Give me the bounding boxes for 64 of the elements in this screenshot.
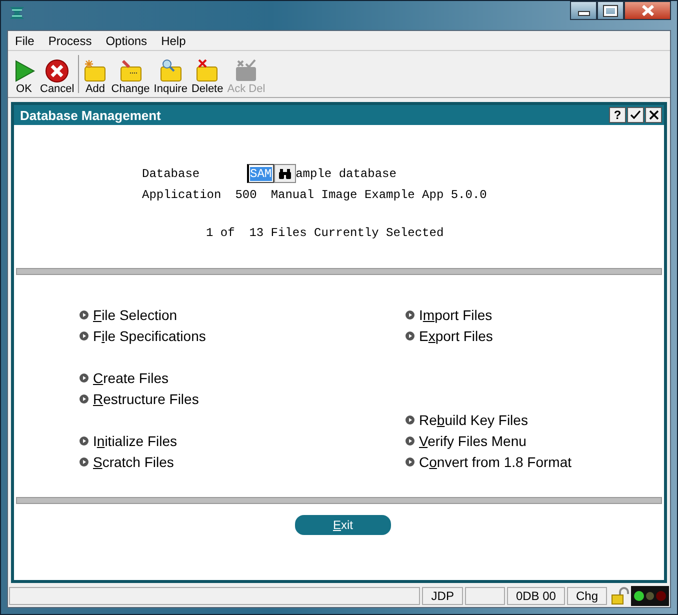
toolbar-button[interactable]: Add: [81, 57, 110, 97]
toolbar-button[interactable]: Delete: [189, 57, 226, 97]
help-button[interactable]: ?: [609, 107, 626, 123]
bullet-icon: [79, 372, 89, 382]
minimize-button[interactable]: [570, 1, 597, 20]
menu-link[interactable]: Create Files: [93, 370, 168, 386]
folder-star-icon: [83, 59, 108, 83]
bullet-icon: [405, 310, 415, 320]
bullet-icon: [405, 456, 415, 466]
bullet-icon: [79, 310, 89, 320]
folder-check-icon: [234, 59, 258, 83]
cancel-icon: [45, 59, 70, 83]
toolbar-button[interactable]: OK: [10, 57, 38, 97]
status-field: [464, 587, 505, 605]
maximize-button[interactable]: [597, 1, 624, 20]
menu-item[interactable]: File: [8, 34, 42, 48]
lookup-button[interactable]: [274, 164, 296, 183]
close-icon: [640, 5, 654, 16]
bullet-icon: [405, 436, 415, 446]
menu-link[interactable]: Initialize Files: [93, 432, 178, 448]
binoculars-icon: [278, 168, 291, 178]
folder-magnifier-icon: [158, 59, 183, 83]
bullet-icon: [79, 394, 89, 404]
status-field: JDP: [422, 587, 463, 605]
bullet-icon: [405, 330, 415, 340]
menu-link[interactable]: Import Files: [419, 306, 492, 322]
menu-link[interactable]: File Specifications: [93, 328, 206, 344]
menu-item[interactable]: Process: [41, 34, 99, 48]
confirm-button[interactable]: [627, 107, 644, 123]
exit-button[interactable]: Exit: [295, 515, 391, 535]
panel-title: Database Management: [20, 108, 161, 122]
close-icon: [648, 110, 658, 120]
checkmark-icon: [630, 110, 641, 120]
traffic-light-icon: [631, 586, 669, 606]
menu-link[interactable]: Export Files: [419, 328, 493, 344]
app-logo-icon: [9, 6, 25, 20]
bullet-icon: [79, 456, 89, 466]
database-description: ample database: [296, 166, 396, 180]
toolbar-button[interactable]: Change: [109, 57, 152, 97]
menu-link[interactable]: Rebuild Key Files: [419, 412, 528, 428]
close-button[interactable]: [624, 1, 671, 20]
toolbar-button[interactable]: Inquire: [152, 57, 190, 97]
application-description: Manual Image Example App 5.0.0: [270, 188, 487, 202]
menu-link[interactable]: Restructure Files: [93, 390, 199, 406]
selection-count: 1 of 13 Files Currently Selected: [205, 226, 445, 240]
folder-x-icon: [195, 59, 220, 83]
bullet-icon: [79, 330, 89, 340]
menu-item[interactable]: Options: [98, 34, 154, 48]
field-label: Application: [142, 188, 222, 202]
menu-link[interactable]: Scratch Files: [93, 454, 174, 470]
status-field: Chg: [566, 587, 607, 605]
close-button[interactable]: [645, 107, 662, 123]
bullet-icon: [405, 414, 415, 424]
folder-pencil-icon: [118, 59, 143, 83]
padlock-icon: [611, 587, 629, 605]
menu-link[interactable]: File Selection: [93, 306, 178, 322]
status-field: 0DB 00: [506, 587, 565, 605]
application-number: 500: [235, 188, 257, 202]
field-label: Database: [142, 166, 201, 180]
menu-item[interactable]: Help: [154, 34, 193, 48]
menu-link[interactable]: Verify Files Menu: [419, 432, 526, 448]
toolbar-button[interactable]: Cancel: [38, 57, 76, 97]
bullet-icon: [79, 436, 89, 446]
menu-link[interactable]: Convert from 1.8 Format: [419, 454, 572, 470]
